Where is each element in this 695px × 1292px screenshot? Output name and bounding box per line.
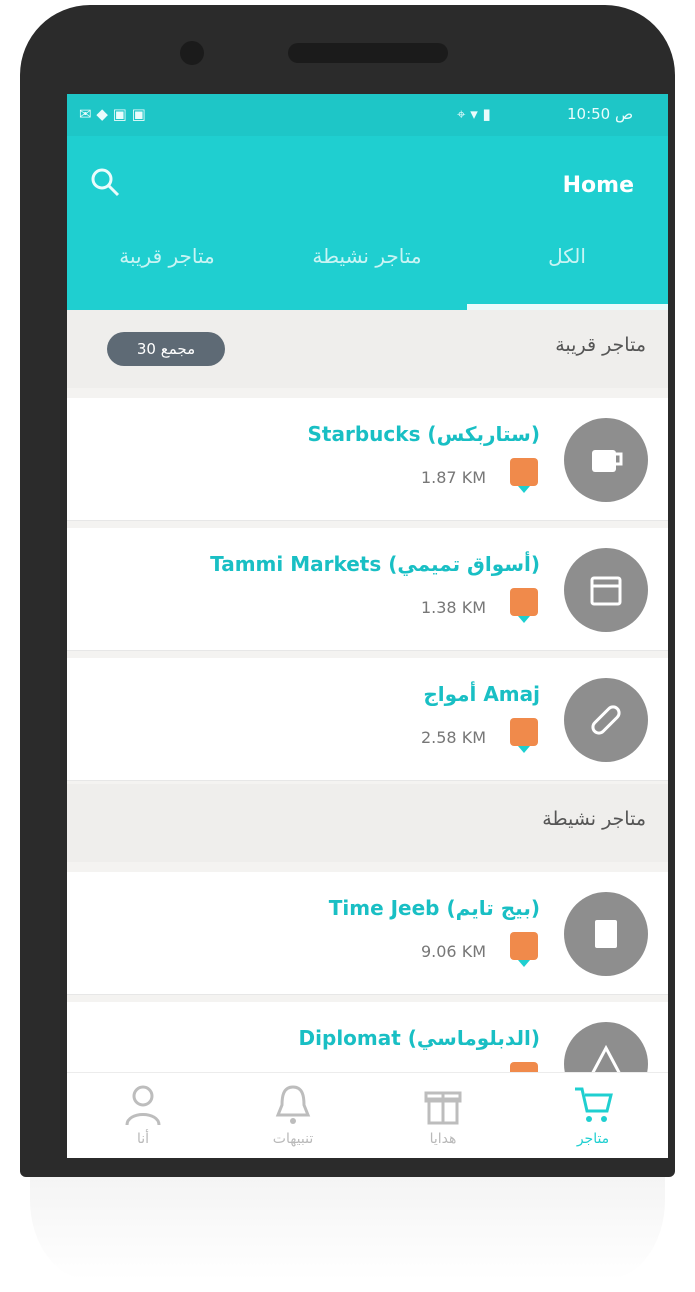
nav-label: أنا — [136, 1131, 150, 1147]
store-name: أمواج Amaj — [423, 682, 540, 706]
location-marker-icon — [510, 588, 538, 623]
store-name: Time Jeeb (بيج تايم) — [328, 896, 540, 920]
cup-icon — [592, 450, 623, 472]
box-icon — [595, 920, 617, 948]
nav-label: تنبيهات — [272, 1131, 314, 1147]
count-badge[interactable]: مجمع 30 — [107, 332, 225, 366]
status-icons-left: ✉ ◆ ▣ ▣ — [79, 105, 146, 123]
search-icon[interactable] — [89, 166, 121, 198]
store-avatar — [564, 892, 648, 976]
section-header-active: متاجر نشيطة — [67, 784, 668, 862]
bell-icon — [275, 1085, 311, 1124]
store-avatar — [564, 678, 648, 762]
store-card[interactable]: Time Jeeb (بيج تايم) 9.06 KM — [67, 872, 668, 995]
front-camera — [180, 41, 204, 65]
store-distance: 1.87 KM — [420, 468, 486, 487]
status-icons-right: ⌖ ▾ ▮ — [457, 105, 491, 123]
user-icon — [125, 1085, 161, 1126]
cart-icon — [575, 1087, 613, 1122]
location-marker-icon — [510, 458, 538, 493]
section-title: متاجر قريبة — [555, 334, 646, 356]
nav-notifications[interactable]: تنبيهات — [218, 1073, 368, 1158]
status-time: 10:50 ص — [567, 105, 634, 123]
device-shadow — [30, 1175, 665, 1280]
app-screen: ✉ ◆ ▣ ▣ ⌖ ▾ ▮ 10:50 ص Home الكل متاجر نش… — [67, 94, 668, 1158]
section-title: متاجر نشيطة — [542, 808, 646, 830]
nav-stores[interactable]: متاجر — [518, 1073, 668, 1158]
app-header: ✉ ◆ ▣ ▣ ⌖ ▾ ▮ 10:50 ص Home الكل متاجر نش… — [67, 94, 668, 310]
store-distance: 1.38 KM — [420, 598, 486, 617]
nav-label: هدايا — [429, 1131, 457, 1147]
store-distance: 2.58 KM — [420, 728, 486, 747]
nav-profile[interactable]: أنا — [68, 1073, 218, 1158]
store-card[interactable]: أمواج Amaj 2.58 KM — [67, 658, 668, 781]
earpiece-speaker — [288, 43, 448, 63]
gift-icon — [424, 1091, 462, 1125]
store-name: Starbucks (ستاربكس) — [307, 422, 540, 446]
cart-icon — [590, 576, 622, 606]
store-card[interactable]: Tammi Markets (أسواق تميمي) 1.38 KM — [67, 528, 668, 651]
location-marker-icon — [510, 718, 538, 753]
store-card[interactable]: Starbucks (ستاربكس) 1.87 KM — [67, 398, 668, 521]
link-icon — [591, 705, 621, 735]
store-avatar — [564, 548, 648, 632]
nav-gifts[interactable]: هدايا — [368, 1073, 518, 1158]
tab-active-stores[interactable]: متاجر نشيطة — [267, 244, 467, 268]
location-marker-icon — [510, 932, 538, 967]
section-header-nearby: متاجر قريبة مجمع 30 — [67, 310, 668, 388]
bottom-navigation: متاجر هدايا تنبيهات أنا — [67, 1072, 668, 1158]
store-name: Diplomat (الدبلوماسي) — [298, 1026, 540, 1050]
store-distance: 9.06 KM — [420, 942, 486, 961]
tab-all[interactable]: الكل — [467, 244, 667, 268]
nav-label: متاجر — [576, 1131, 610, 1147]
store-name: Tammi Markets (أسواق تميمي) — [210, 552, 540, 576]
status-bar: ✉ ◆ ▣ ▣ ⌖ ▾ ▮ 10:50 ص — [67, 94, 668, 136]
store-avatar — [564, 418, 648, 502]
page-title: Home — [562, 173, 634, 198]
phone-frame: ✉ ◆ ▣ ▣ ⌖ ▾ ▮ 10:50 ص Home الكل متاجر نش… — [20, 5, 675, 1177]
tab-nearby-stores[interactable]: متاجر قريبة — [67, 244, 267, 268]
